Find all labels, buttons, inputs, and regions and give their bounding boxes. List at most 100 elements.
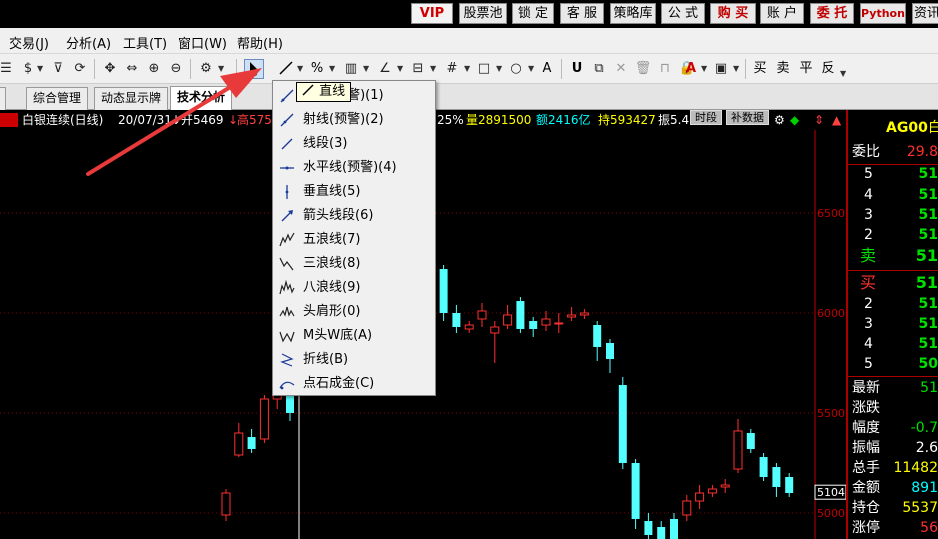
python-button[interactable]: Python	[860, 3, 906, 24]
dropdown-item[interactable]: 三浪线(8)	[273, 252, 435, 276]
stat-value: 56	[920, 520, 938, 536]
supplement-data-button[interactable]: 补数据	[726, 110, 769, 125]
order-button[interactable]: 委 托	[810, 3, 854, 24]
dropdown-item-label: 折线(B)	[303, 352, 349, 367]
sell-label: 卖	[860, 246, 877, 265]
dropdown-item[interactable]: 线段(3)	[273, 132, 435, 156]
rectangle-icon[interactable]: □	[474, 59, 494, 79]
tab-hidden[interactable]	[0, 87, 6, 110]
chevron-down-icon[interactable]: ▼	[701, 59, 707, 79]
chevron-down-icon[interactable]: ▼	[430, 59, 436, 79]
grid-icon[interactable]: #	[442, 59, 462, 79]
customer-service-button[interactable]: 客 服	[560, 3, 604, 24]
dropdown-item[interactable]: 五浪线(7)	[273, 228, 435, 252]
dropdown-item[interactable]: 射线(预警)(2)	[273, 108, 435, 132]
filter-icon[interactable]: ⊽	[48, 59, 68, 79]
chevron-down-icon[interactable]: ▼	[496, 59, 502, 79]
chevron-down-icon[interactable]: ▼	[363, 59, 369, 79]
account-button[interactable]: 账 户	[760, 3, 804, 24]
unlock-icon[interactable]: ⊓	[655, 59, 675, 79]
copy-icon[interactable]: ⧉	[589, 59, 609, 79]
up-down-arrow-icon[interactable]: ⇕	[814, 110, 824, 130]
circle-icon[interactable]: ○	[506, 59, 526, 79]
candle-body	[657, 527, 666, 539]
buy-button[interactable]: 买	[750, 59, 770, 79]
ruler-icon[interactable]: ▥	[341, 59, 361, 79]
font-color-icon[interactable]: A	[681, 59, 701, 79]
ray-line-alert-icon	[280, 113, 294, 127]
menu-tools[interactable]: 工具(T)	[123, 33, 167, 52]
refresh-frame-icon[interactable]: ⟳	[70, 59, 90, 79]
strategy-library-button[interactable]: 策略库	[610, 3, 656, 24]
chevron-down-icon[interactable]: ▼	[37, 59, 43, 79]
menu-window[interactable]: 窗口(W)	[178, 33, 227, 52]
candle-body	[541, 318, 551, 326]
dropdown-item-label: 线段(3)	[303, 136, 348, 151]
dropdown-item[interactable]: 折线(B)	[273, 348, 435, 372]
symbol-label: 白银连续(日线)	[22, 113, 104, 127]
chevron-down-icon[interactable]: ▼	[397, 59, 403, 79]
gear-icon[interactable]: ⚙	[774, 110, 785, 130]
candle-body	[733, 430, 743, 470]
line-tool-icon[interactable]	[276, 59, 296, 79]
candle-body	[234, 432, 244, 456]
zoom-in-icon[interactable]: ⊕	[144, 59, 164, 79]
chevron-down-icon[interactable]: ▼	[329, 59, 335, 79]
chevron-down-icon[interactable]: ▼	[218, 59, 224, 79]
pin-icon[interactable]: ▲	[832, 110, 841, 130]
chevron-down-icon[interactable]: ▼	[464, 59, 470, 79]
list-icon[interactable]: ☰	[0, 59, 16, 79]
candle-body	[618, 385, 627, 463]
dropdown-item-label: 点石成金(C)	[303, 376, 375, 391]
gear-icon[interactable]: ⚙	[196, 59, 216, 79]
chevron-down-icon[interactable]: ▼	[733, 59, 739, 79]
pan-icon[interactable]: ⇔	[122, 59, 142, 79]
purchase-button[interactable]: 购 买	[710, 3, 756, 24]
move-icon[interactable]: ✥	[100, 59, 120, 79]
menu-help[interactable]: 帮助(H)	[237, 33, 283, 52]
angle-icon[interactable]: ∠	[375, 59, 395, 79]
dropdown-item[interactable]: 水平线(预警)(4)	[273, 156, 435, 180]
dropdown-item[interactable]: 点石成金(C)	[273, 372, 435, 396]
menu-trade[interactable]: 交易(J)	[9, 33, 49, 52]
dropdown-item-label: 五浪线(7)	[303, 232, 361, 247]
level-price: 51	[918, 207, 938, 223]
chevron-down-icon[interactable]: ▼	[840, 64, 846, 84]
tab-technical-analysis[interactable]: 技术分析	[170, 86, 233, 111]
dropdown-item[interactable]: 头肩形(0)	[273, 300, 435, 324]
reverse-button[interactable]: 反	[818, 59, 838, 79]
sell-price: 51	[915, 246, 938, 265]
buy1-row: 买 51	[848, 273, 938, 293]
dropdown-item[interactable]: 八浪线(9)	[273, 276, 435, 300]
save-icon[interactable]: ▣	[711, 59, 731, 79]
tab-overview[interactable]: 综合管理	[26, 87, 89, 110]
zoom-out-icon[interactable]: ⊖	[166, 59, 186, 79]
diamond-icon[interactable]: ◆	[790, 110, 799, 130]
candle-body	[464, 324, 474, 330]
chevron-down-icon[interactable]: ▼	[528, 59, 534, 79]
dollar-icon[interactable]: $	[18, 59, 38, 79]
menu-analysis[interactable]: 分析(A)	[66, 33, 111, 52]
formula-button[interactable]: 公 式	[661, 3, 705, 24]
magnet-icon[interactable]: U	[567, 59, 587, 79]
text-tool-icon[interactable]: A	[537, 59, 557, 79]
vip-button[interactable]: VIP	[411, 3, 453, 24]
news-button[interactable]: 资讯	[912, 3, 938, 24]
percent-icon[interactable]: %	[307, 59, 327, 79]
tab-dynamic-board[interactable]: 动态显示牌	[94, 87, 169, 110]
sell-button[interactable]: 卖	[773, 59, 793, 79]
toolbar-divider	[236, 59, 237, 79]
lock-button[interactable]: 锁 定	[512, 3, 554, 24]
delete-icon[interactable]: ✕	[611, 59, 631, 79]
dropdown-item[interactable]: M头W底(A)	[273, 324, 435, 348]
period-button[interactable]: 时段	[690, 110, 722, 125]
chevron-down-icon[interactable]: ▼	[297, 59, 303, 79]
dropdown-item[interactable]: 垂直线(5)	[273, 180, 435, 204]
stock-pool-button[interactable]: 股票池	[459, 3, 507, 24]
five-wave-icon	[279, 232, 295, 247]
channel-icon[interactable]: ⊟	[408, 59, 428, 79]
pointer-icon[interactable]	[244, 59, 264, 79]
close-position-button[interactable]: 平	[796, 59, 816, 79]
trash-icon[interactable]: 🗑	[633, 59, 653, 79]
dropdown-item[interactable]: 箭头线段(6)	[273, 204, 435, 228]
